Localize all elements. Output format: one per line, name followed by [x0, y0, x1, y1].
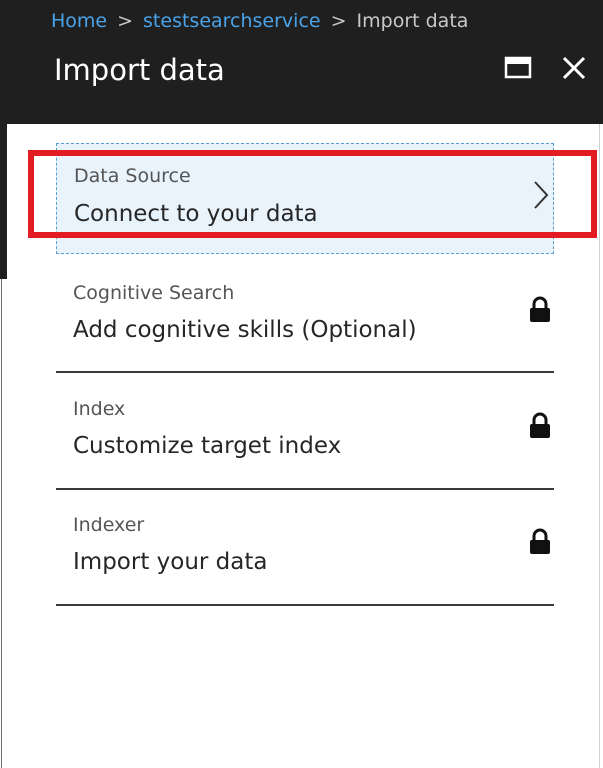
step-description: Customize target index	[73, 433, 342, 459]
close-icon	[562, 56, 586, 80]
chevron-right-icon	[534, 181, 549, 209]
left-edge-line	[1, 279, 2, 768]
maximize-icon	[504, 56, 532, 79]
breadcrumb-current: Import data	[356, 10, 469, 32]
close-button[interactable]	[558, 52, 590, 84]
breadcrumb: Home > stestsearchservice > Import data	[51, 9, 468, 33]
step-data-source[interactable]: Data Source Connect to your data	[56, 143, 554, 254]
maximize-button[interactable]	[503, 53, 533, 83]
step-index[interactable]: Index Customize target index	[56, 373, 554, 490]
right-edge	[599, 124, 600, 768]
step-description: Add cognitive skills (Optional)	[73, 317, 417, 343]
step-divider	[56, 604, 554, 606]
step-description: Connect to your data	[74, 201, 318, 227]
breadcrumb-home-link[interactable]: Home	[51, 10, 107, 32]
step-label: Index	[73, 398, 126, 420]
page-title: Import data	[54, 53, 225, 87]
blade-header: Home > stestsearchservice > Import data Impo…	[0, 0, 603, 124]
step-label: Cognitive Search	[73, 282, 235, 304]
step-description: Import your data	[73, 549, 268, 575]
lock-icon	[530, 528, 550, 554]
breadcrumb-service-link[interactable]: stestsearchservice	[143, 10, 321, 32]
left-edge	[0, 124, 7, 279]
step-cognitive-search[interactable]: Cognitive Search Add cognitive skills (O…	[56, 260, 554, 373]
lock-icon	[530, 412, 550, 438]
step-label: Data Source	[74, 165, 191, 187]
step-label: Indexer	[73, 514, 145, 536]
breadcrumb-separator: >	[117, 10, 134, 32]
breadcrumb-separator: >	[330, 10, 347, 32]
lock-icon	[530, 296, 550, 322]
step-indexer[interactable]: Indexer Import your data	[56, 490, 554, 606]
